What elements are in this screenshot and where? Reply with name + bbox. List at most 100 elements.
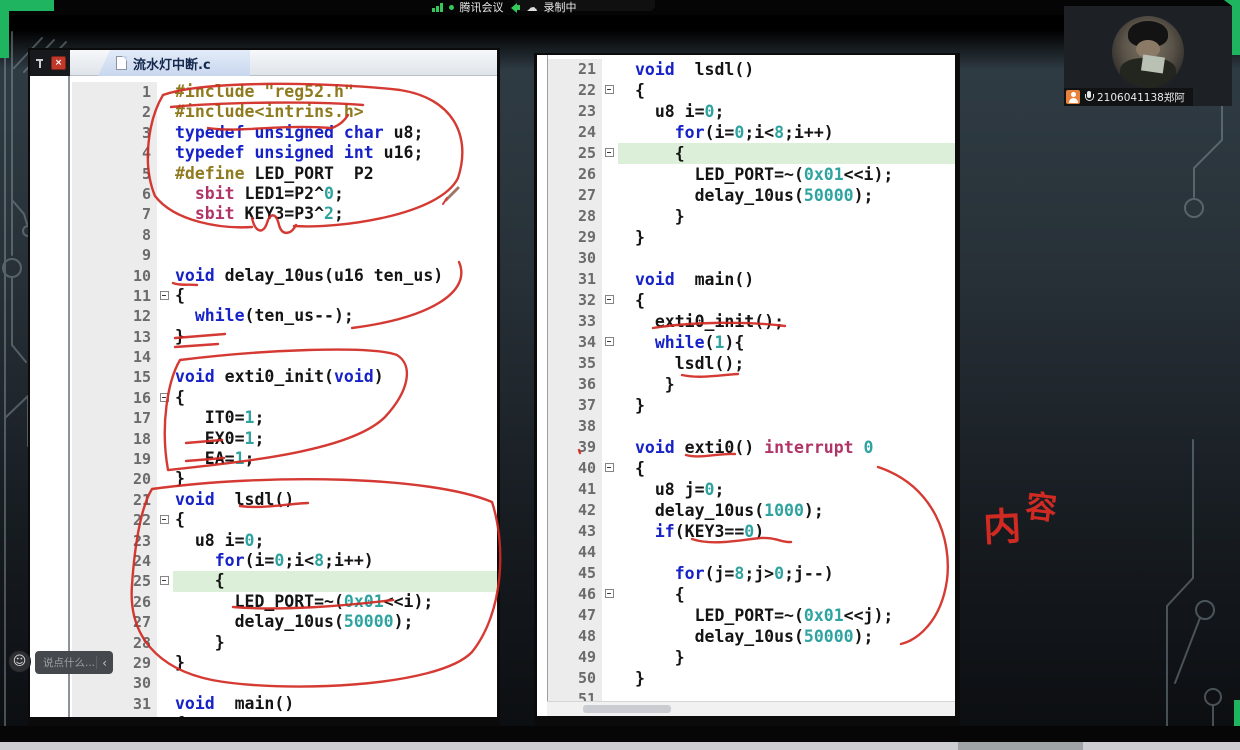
code-line-29[interactable]: 29}: [547, 227, 955, 248]
fold-collapse-button[interactable]: [604, 148, 614, 157]
code-line-37[interactable]: 37}: [547, 395, 955, 416]
code-line-33[interactable]: 33 exti0_init();: [547, 311, 955, 332]
code-line-5[interactable]: 5 #define LED_PORT P2: [72, 163, 497, 184]
code-line-1[interactable]: 1 #include "reg52.h": [72, 82, 497, 103]
code-line-24[interactable]: 24 for(i=0;i<8;i++): [547, 122, 955, 143]
code-line-21[interactable]: 21 void lsdl(): [72, 489, 497, 511]
fold-collapse-button[interactable]: [604, 337, 614, 346]
line-number: 44: [547, 542, 602, 563]
fold-gutter: [602, 437, 618, 458]
code-line-15[interactable]: 15 void exti0_init(void): [72, 367, 497, 388]
code-line-34[interactable]: 34 while(1){: [547, 332, 955, 353]
code-line-9[interactable]: 9: [72, 245, 497, 266]
code-text: for(j=8;j>0;j--): [674, 564, 834, 583]
code-line-6[interactable]: 6 sbit LED1=P2^0;: [72, 183, 497, 205]
code-line-39[interactable]: 39 void exti0() interrupt 0: [547, 437, 955, 458]
code-line-28[interactable]: 28 }: [547, 206, 955, 227]
code-line-19[interactable]: 19 EA=1;: [72, 449, 497, 470]
code-line-42[interactable]: 42 delay_10us(1000);: [547, 500, 955, 521]
webcam-video-tile[interactable]: 2106041138郑阿: [1064, 6, 1232, 106]
fold-collapse-button[interactable]: [604, 463, 614, 472]
code-line-38[interactable]: 38: [547, 416, 955, 437]
fold-gutter: [157, 347, 173, 368]
fold-collapse-button[interactable]: [159, 515, 169, 525]
code-line-44[interactable]: 44: [547, 542, 955, 563]
code-line-30[interactable]: 30: [72, 673, 497, 694]
code-text: {: [635, 585, 685, 604]
code-line-28[interactable]: 28 }: [72, 632, 497, 653]
code-line-23[interactable]: 23 u8 i=0;: [72, 530, 497, 551]
fold-collapse-button[interactable]: [159, 290, 169, 300]
code-line-41[interactable]: 41 u8 j=0;: [547, 479, 955, 500]
code-line-14[interactable]: 14: [72, 347, 497, 368]
collapse-chevron-icon[interactable]: ‹: [102, 657, 107, 669]
code-text: {: [635, 81, 645, 100]
horizontal-scrollbar[interactable]: [547, 701, 955, 716]
fold-gutter: [602, 353, 618, 374]
code-line-31[interactable]: 31 void main(): [72, 693, 497, 715]
code-line-18[interactable]: 18 EX0=1;: [72, 428, 497, 450]
pin-icon[interactable]: [35, 58, 45, 69]
line-number: 5: [72, 163, 157, 184]
code-line-22[interactable]: 22 {: [547, 80, 955, 101]
code-line-2[interactable]: 2 #include<intrins.h>: [72, 102, 497, 123]
code-line-46[interactable]: 46 {: [547, 584, 955, 605]
code-line-25[interactable]: 25 {: [72, 571, 497, 592]
code-line-49[interactable]: 49 }: [547, 647, 955, 668]
code-line-4[interactable]: 4 typedef unsigned int u16;: [72, 143, 497, 164]
code-line-32[interactable]: 32 {: [72, 714, 497, 717]
project-panel-strip[interactable]: [30, 76, 70, 717]
fold-collapse-button[interactable]: [159, 392, 169, 402]
fold-gutter: [602, 101, 618, 122]
code-line-27[interactable]: 27 delay_10us(50000);: [72, 612, 497, 633]
code-line-29[interactable]: 29}: [72, 652, 497, 674]
code-line-45[interactable]: 45 for(j=8;j>0;j--): [547, 563, 955, 584]
code-line-25[interactable]: 25 {: [547, 143, 955, 164]
code-line-12[interactable]: 12 while(ten_us--);: [72, 306, 497, 327]
code-line-3[interactable]: 3 typedef unsigned char u8;: [72, 122, 497, 144]
code-line-26[interactable]: 26 LED_PORT=~(0x01<<i);: [72, 591, 497, 613]
code-line-11[interactable]: 11 {: [72, 285, 497, 307]
code-line-30[interactable]: 30: [547, 248, 955, 269]
code-line-31[interactable]: 31 void main(): [547, 269, 955, 290]
code-line-47[interactable]: 47 LED_PORT=~(0x01<<j);: [547, 605, 955, 626]
code-line-8[interactable]: 8: [72, 224, 497, 246]
code-line-21[interactable]: 21 void lsdl(): [547, 59, 955, 80]
code-line-40[interactable]: 40 {: [547, 458, 955, 479]
code-line-50[interactable]: 50}: [547, 668, 955, 689]
file-icon: [116, 56, 127, 70]
code-line-27[interactable]: 27 delay_10us(50000);: [547, 185, 955, 206]
scrollbar-thumb[interactable]: [583, 705, 671, 713]
fold-collapse-button[interactable]: [604, 85, 614, 94]
code-line-22[interactable]: 22 {: [72, 510, 497, 531]
code-area-right[interactable]: 21 void lsdl() 22{23 u8 i=0; 24 for(i=0;i<8…: [547, 59, 955, 716]
code-line-43[interactable]: 43 if(KEY3==0): [547, 521, 955, 542]
close-button[interactable]: ×: [51, 56, 66, 70]
fold-gutter: [602, 521, 618, 542]
code-area-left[interactable]: 1 #include "reg52.h" 2 #include<intrins.h> 3…: [72, 82, 497, 717]
chat-input-pill[interactable]: 说点什么... ‹: [35, 651, 113, 674]
code-line-20[interactable]: 20}: [72, 469, 497, 490]
collapsed-panel-strip[interactable]: [537, 55, 548, 716]
code-line-35[interactable]: 35 lsdl();: [547, 353, 955, 374]
fold-collapse-button[interactable]: [604, 589, 614, 598]
code-line-10[interactable]: 10 void delay_10us(u16 ten_us): [72, 265, 497, 286]
code-line-36[interactable]: 36 }: [547, 374, 955, 395]
code-line-13[interactable]: 13}: [72, 326, 497, 348]
fold-collapse-button[interactable]: [159, 576, 169, 586]
code-line-48[interactable]: 48 delay_10us(50000);: [547, 626, 955, 647]
code-line-32[interactable]: 32 {: [547, 290, 955, 311]
speaker-icon[interactable]: [510, 2, 521, 13]
code-line-16[interactable]: 16 {: [72, 387, 497, 409]
code-line-26[interactable]: 26 LED_PORT=~(0x01<<i);: [547, 164, 955, 185]
code-line-7[interactable]: 7 sbit KEY3=P3^2;: [72, 204, 497, 225]
tab-file[interactable]: 流水灯中断.c: [98, 50, 250, 76]
code-line-24[interactable]: 24 for(i=0;i<8;i++): [72, 550, 497, 572]
emoji-button[interactable]: ☺: [8, 650, 31, 673]
fold-collapse-button[interactable]: [604, 295, 614, 304]
code-line-23[interactable]: 23 u8 i=0;: [547, 101, 955, 122]
code-line-17[interactable]: 17 IT0=1;: [72, 408, 497, 429]
code-text: typedef unsigned int u16;: [175, 143, 424, 163]
